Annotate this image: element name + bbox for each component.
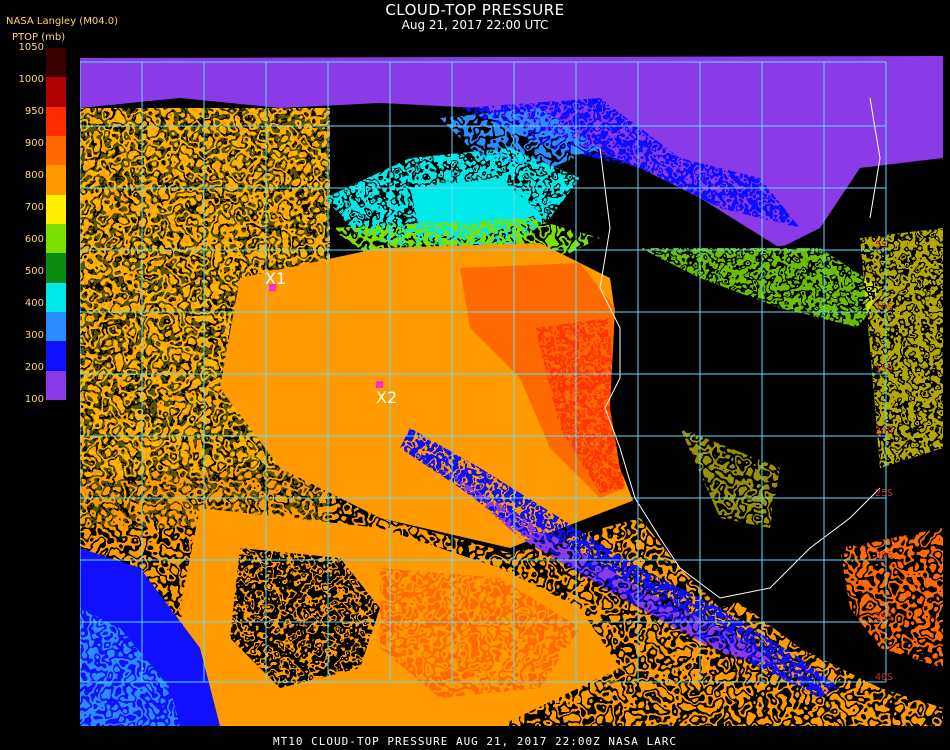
legend-tick-label: 200 <box>24 362 44 373</box>
latitude-label: 20S <box>875 426 893 437</box>
latitude-label: 30S <box>875 550 893 561</box>
legend-swatch <box>46 370 66 400</box>
marker-x2-square <box>376 381 383 388</box>
source-label: NASA Langley (M04.0) <box>6 16 118 27</box>
legend-tick-label: 900 <box>24 138 44 149</box>
footer-caption: MT10 CLOUD-TOP PRESSURE AUG 21, 2017 22:… <box>273 735 677 748</box>
legend-swatch <box>46 48 66 78</box>
legend-tick-label: 100 <box>24 394 44 405</box>
legend-swatch <box>46 106 66 136</box>
legend-swatch <box>46 165 66 195</box>
legend-swatch <box>46 77 66 107</box>
legend-tick-label: 800 <box>24 170 44 181</box>
legend-tick-label: 400 <box>24 298 44 309</box>
legend-tick-label: 500 <box>24 266 44 277</box>
legend-swatch <box>46 282 66 312</box>
latitude-label: 40S <box>875 672 893 683</box>
marker-x1-label: X1 <box>265 269 286 288</box>
color-legend <box>46 48 66 400</box>
legend-tick-label: 700 <box>24 202 44 213</box>
legend-swatch <box>46 312 66 342</box>
legend-swatch <box>46 136 66 166</box>
legend-swatch <box>46 224 66 254</box>
legend-swatch <box>46 253 66 283</box>
latitude-label: 15S <box>875 364 893 375</box>
satellite-map: 5S 10S 15S 20S 25S 30S 35S 40S X1 X2 <box>80 48 943 726</box>
map-title: CLOUD-TOP PRESSURE <box>385 1 565 19</box>
legend-tick-label: 1050 <box>18 42 44 53</box>
latitude-label: 10S <box>875 302 893 313</box>
map-svg: 5S 10S 15S 20S 25S 30S 35S 40S X1 X2 <box>80 56 943 726</box>
latitude-label: 5S <box>875 240 887 251</box>
legend-tick-label: 300 <box>24 330 44 341</box>
latitude-label: 35S <box>875 612 893 623</box>
legend-swatch <box>46 341 66 371</box>
cloud-field <box>80 56 943 726</box>
legend-tick-label: 1000 <box>18 74 44 85</box>
legend-swatch <box>46 194 66 224</box>
marker-x2-label: X2 <box>376 388 397 407</box>
latitude-label: 25S <box>875 488 893 499</box>
legend-tick-label: 600 <box>24 234 44 245</box>
map-timestamp: Aug 21, 2017 22:00 UTC <box>401 18 549 32</box>
legend-tick-label: 950 <box>24 106 44 117</box>
